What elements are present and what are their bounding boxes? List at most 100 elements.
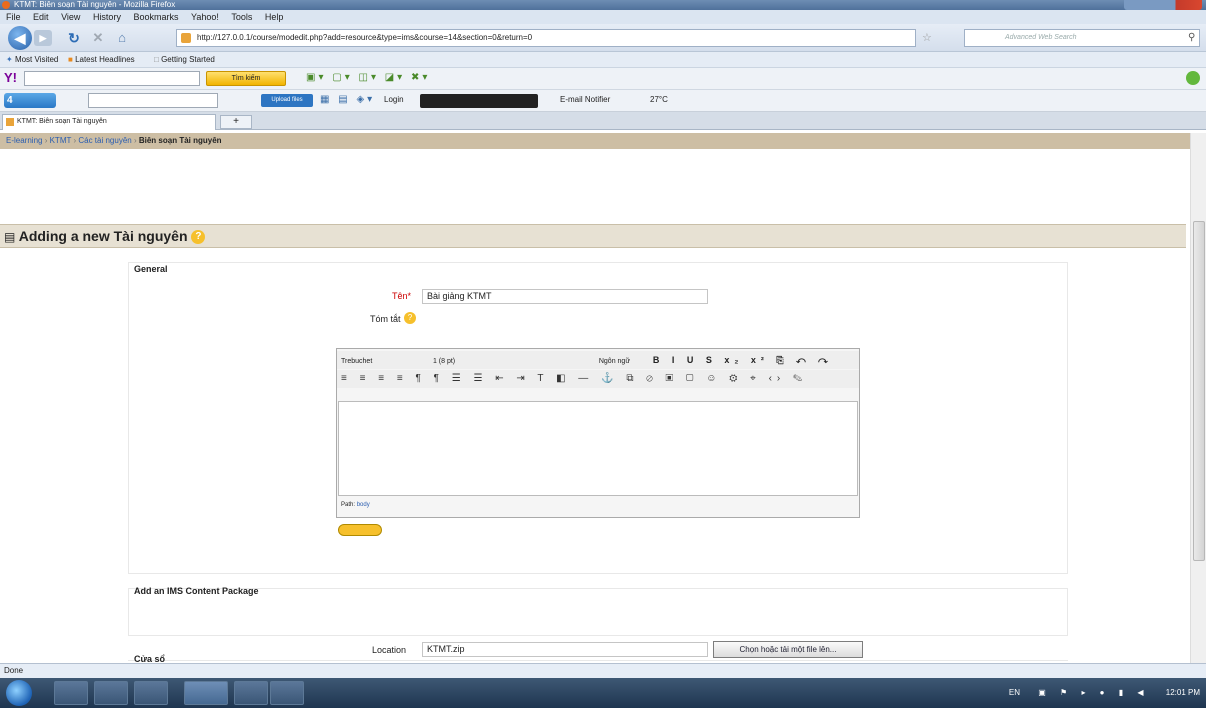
- name-label: Tên*: [392, 291, 412, 301]
- summary-label: Tóm tắt: [370, 314, 401, 324]
- ims-legend: Add an IMS Content Package: [134, 586, 259, 596]
- toolbar-icon-group[interactable]: ▣▾ ▢▾ ◫▾ ◪▾ ✖▾: [306, 72, 430, 83]
- yahoo-search-input[interactable]: [24, 71, 200, 86]
- breadcrumb-course[interactable]: KTMT: [50, 136, 72, 145]
- input-language[interactable]: EN: [1009, 688, 1020, 697]
- taskbar-app2-icon[interactable]: [270, 681, 304, 705]
- breadcrumb: E-learning › KTMT › Các tài nguyên › Biê…: [0, 133, 1200, 149]
- menu-view[interactable]: View: [61, 12, 80, 22]
- yahoo-search-button[interactable]: Tìm kiếm: [206, 71, 286, 86]
- yahoo-toolbar: Y! Tìm kiếm ▣▾ ▢▾ ◫▾ ◪▾ ✖▾: [0, 68, 1206, 90]
- start-button-icon[interactable]: [6, 680, 32, 706]
- path-label: Path:: [341, 502, 356, 508]
- menu-bookmarks[interactable]: Bookmarks: [133, 12, 178, 22]
- addon-search-input[interactable]: [88, 93, 218, 108]
- site-favicon: [181, 33, 191, 43]
- tab-title: KTMT: Biên soạn Tài nguyên: [17, 118, 107, 125]
- rss-icon: ■: [68, 55, 76, 64]
- taskbar-app-icon[interactable]: [234, 681, 268, 705]
- clock[interactable]: 12:01 PM: [1166, 688, 1200, 697]
- bookmark-getting-started[interactable]: □ Getting Started: [154, 52, 215, 68]
- new-tab-button[interactable]: +: [220, 115, 252, 129]
- bookmark-latest-headlines[interactable]: ■ Latest Headlines: [68, 52, 135, 68]
- menu-file[interactable]: File: [6, 12, 21, 22]
- addon-toolbar: 4 Upload files ▦ ▤ ◈▾ Login E-mail Notif…: [0, 90, 1206, 112]
- menu-edit[interactable]: Edit: [33, 12, 49, 22]
- format-buttons[interactable]: B I U S x₂ x² ⎘ ↶ ↷: [653, 355, 833, 365]
- size-select[interactable]: 1 (8 pt): [433, 353, 507, 371]
- editor-content-area[interactable]: [338, 401, 858, 496]
- media-player-widget[interactable]: [420, 94, 538, 108]
- window-controls[interactable]: [1124, 0, 1202, 10]
- upload-files-button[interactable]: Upload files: [261, 94, 313, 107]
- general-legend: General: [134, 264, 168, 274]
- green-status-icon: [1186, 71, 1200, 85]
- breadcrumb-current: Biên soạn Tài nguyên: [138, 136, 222, 145]
- taskbar-ie-icon[interactable]: [54, 681, 88, 705]
- search-icon[interactable]: ⚲: [1188, 32, 1195, 43]
- page-title: Adding a new Tài nguyên: [18, 228, 188, 244]
- window-title: KTMT: Biên soạn Tài nguyên - Mozilla Fir…: [14, 0, 176, 9]
- bookmark-most-visited[interactable]: ✦ Most Visited: [6, 52, 58, 68]
- weather-widget[interactable]: 27°C: [650, 95, 668, 104]
- email-notifier[interactable]: E-mail Notifier: [560, 95, 610, 104]
- editor-toolbar-row-2: ≡ ≡ ≡ ≡ ¶ ¶ ☰ ☰ ⇤ ⇥ T ◧ — ⚓ ⧉ ⊘ ▣ ▢ ☺ ⚙ …: [337, 370, 859, 388]
- taskbar-explorer-icon[interactable]: [134, 681, 168, 705]
- breadcrumb-home[interactable]: E-learning: [6, 136, 42, 145]
- help-icon[interactable]: ?: [191, 230, 206, 245]
- url-bar[interactable]: http://127.0.0.1/course/modedit.php?add=…: [176, 29, 916, 47]
- bookmarks-toolbar: ✦ Most Visited ■ Latest Headlines □ Gett…: [0, 52, 1206, 68]
- summary-help-icon[interactable]: ?: [404, 312, 416, 324]
- resource-icon: ▤: [4, 230, 16, 244]
- scrollbar-thumb[interactable]: [1193, 221, 1205, 561]
- web-search-box[interactable]: Advanced Web Search: [964, 29, 1200, 47]
- taskbar-firefox-icon[interactable]: [184, 681, 228, 705]
- page-icon: □: [154, 55, 162, 64]
- login-button[interactable]: Login: [384, 95, 404, 104]
- tab-favicon: [6, 118, 14, 126]
- location-label: Location: [372, 645, 407, 655]
- bookmark-star-icon[interactable]: ☆: [922, 31, 932, 44]
- menu-help[interactable]: Help: [265, 12, 284, 22]
- editor-help-icon[interactable]: [338, 524, 382, 536]
- page-scrollbar[interactable]: [1190, 133, 1206, 663]
- reload-icon[interactable]: ↻: [66, 30, 82, 46]
- editor-buttons[interactable]: ≡ ≡ ≡ ≡ ¶ ¶ ☰ ☰ ⇤ ⇥ T ◧ — ⚓ ⧉ ⊘ ▣ ▢ ☺ ⚙ …: [341, 373, 807, 384]
- font-select[interactable]: Trebuchet: [341, 353, 431, 371]
- yahoo-logo-icon: Y!: [4, 70, 17, 85]
- menu-bar: File Edit View History Bookmarks Yahoo! …: [0, 10, 1206, 24]
- next-section-legend: Cửa sổ: [134, 654, 166, 663]
- bookmark-icon: ✦: [6, 55, 15, 64]
- tab-strip: KTMT: Biên soạn Tài nguyên +: [0, 112, 1206, 130]
- 4shared-logo-icon[interactable]: 4: [4, 93, 56, 108]
- navigation-toolbar: ◀ ▶ ↻ ✕ ⌂ http://127.0.0.1/course/modedi…: [0, 24, 1206, 52]
- name-input[interactable]: Bài giảng KTMT: [422, 289, 708, 304]
- breadcrumb-resources[interactable]: Các tài nguyên: [78, 136, 131, 145]
- menu-history[interactable]: History: [93, 12, 121, 22]
- addon-icons[interactable]: ▦ ▤ ◈▾: [320, 94, 375, 105]
- path-value[interactable]: body: [357, 502, 370, 508]
- taskbar-media-icon[interactable]: [94, 681, 128, 705]
- choose-file-button[interactable]: Chọn hoặc tải một file lên...: [713, 641, 863, 658]
- tab-ktmt[interactable]: KTMT: Biên soạn Tài nguyên: [2, 114, 216, 130]
- location-input[interactable]: KTMT.zip: [422, 642, 708, 657]
- editor-path: Path: body: [341, 502, 370, 508]
- menu-tools[interactable]: Tools: [231, 12, 252, 22]
- home-icon[interactable]: ⌂: [114, 30, 130, 46]
- stop-icon[interactable]: ✕: [90, 30, 106, 46]
- ims-fieldset: [128, 588, 1068, 636]
- bookmark-label: Latest Headlines: [75, 55, 135, 64]
- system-tray: EN ▣ ⚑ ▸ ● ▮ ◀ 12:01 PM: [1009, 678, 1200, 708]
- bookmark-label: Getting Started: [161, 55, 215, 64]
- language-select[interactable]: Ngôn ngữ: [599, 353, 651, 371]
- forward-icon[interactable]: ▶: [34, 30, 52, 46]
- tray-icons[interactable]: ▣ ⚑ ▸ ● ▮ ◀: [1038, 688, 1149, 697]
- search-placeholder: Advanced Web Search: [1005, 34, 1077, 41]
- window-titlebar: KTMT: Biên soạn Tài nguyên - Mozilla Fir…: [0, 0, 1206, 10]
- html-editor: Trebuchet 1 (8 pt) Ngôn ngữ B I U S x₂ x…: [336, 348, 860, 518]
- windows-taskbar: EN ▣ ⚑ ▸ ● ▮ ◀ 12:01 PM: [0, 678, 1206, 708]
- editor-toolbar-row-1: Trebuchet 1 (8 pt) Ngôn ngữ B I U S x₂ x…: [337, 351, 859, 369]
- back-icon[interactable]: ◀: [8, 26, 32, 50]
- menu-yahoo[interactable]: Yahoo!: [191, 12, 219, 22]
- status-bar: Done: [0, 663, 1206, 678]
